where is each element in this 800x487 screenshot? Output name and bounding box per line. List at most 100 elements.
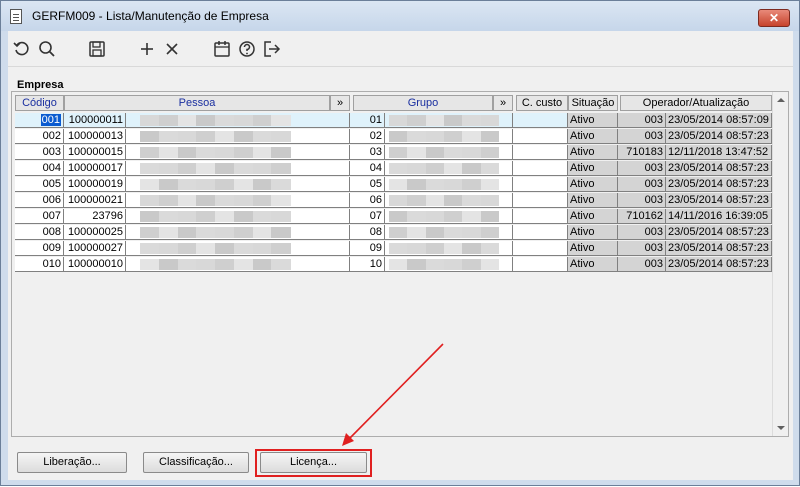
cell-grupo-name[interactable] <box>385 129 513 144</box>
column-header-pessoa[interactable]: Pessoa <box>64 95 330 111</box>
cell-ccusto[interactable] <box>513 177 568 192</box>
cell-grupo[interactable]: 09 <box>350 241 385 256</box>
cell-atualizacao[interactable]: 23/05/2014 08:57:23 <box>666 177 772 192</box>
cell-codigo[interactable]: 005 <box>15 177 64 192</box>
calendar-icon[interactable] <box>212 39 232 59</box>
cell-grupo-name[interactable] <box>385 241 513 256</box>
cell-pessoa-name[interactable] <box>126 129 350 144</box>
cell-pessoa-id[interactable]: 100000013 <box>64 129 126 144</box>
cell-pessoa-name[interactable] <box>126 177 350 192</box>
cell-grupo[interactable]: 06 <box>350 193 385 208</box>
cell-pessoa-id[interactable]: 100000019 <box>64 177 126 192</box>
cell-grupo[interactable]: 08 <box>350 225 385 240</box>
cell-pessoa-id[interactable]: 23796 <box>64 209 126 224</box>
cell-grupo-name[interactable] <box>385 177 513 192</box>
cell-pessoa-name[interactable] <box>126 209 350 224</box>
cell-grupo[interactable]: 02 <box>350 129 385 144</box>
cell-atualizacao[interactable]: 12/11/2018 13:47:52 <box>666 145 772 160</box>
cell-atualizacao[interactable]: 23/05/2014 08:57:23 <box>666 129 772 144</box>
cell-pessoa-name[interactable] <box>126 193 350 208</box>
cell-situacao[interactable]: Ativo <box>568 145 618 160</box>
cell-operador[interactable]: 710183 <box>618 145 666 160</box>
cell-situacao[interactable]: Ativo <box>568 209 618 224</box>
title-bar[interactable]: GERFM009 - Lista/Manutenção de Empresa ✕ <box>1 1 799 31</box>
vertical-scrollbar[interactable] <box>772 92 788 436</box>
cell-pessoa-id[interactable]: 100000021 <box>64 193 126 208</box>
cell-pessoa-name[interactable] <box>126 113 350 128</box>
column-header-codigo[interactable]: Código <box>15 95 64 111</box>
cell-ccusto[interactable] <box>513 193 568 208</box>
cell-pessoa-name[interactable] <box>126 161 350 176</box>
cell-grupo[interactable]: 04 <box>350 161 385 176</box>
cell-pessoa-id[interactable]: 100000010 <box>64 257 126 272</box>
cell-grupo-name[interactable] <box>385 225 513 240</box>
cell-grupo[interactable]: 03 <box>350 145 385 160</box>
cell-grupo[interactable]: 05 <box>350 177 385 192</box>
cell-grupo-name[interactable] <box>385 257 513 272</box>
cell-codigo[interactable]: 003 <box>15 145 64 160</box>
pessoa-expand-button[interactable]: » <box>330 95 350 111</box>
cell-pessoa-id[interactable]: 100000027 <box>64 241 126 256</box>
cell-operador[interactable]: 003 <box>618 257 666 272</box>
grupo-expand-button[interactable]: » <box>493 95 513 111</box>
cell-atualizacao[interactable]: 23/05/2014 08:57:23 <box>666 193 772 208</box>
cell-atualizacao[interactable]: 23/05/2014 08:57:23 <box>666 161 772 176</box>
cell-atualizacao[interactable]: 23/05/2014 08:57:23 <box>666 225 772 240</box>
cell-grupo[interactable]: 07 <box>350 209 385 224</box>
cell-pessoa-name[interactable] <box>126 145 350 160</box>
empresa-grid[interactable]: Código Pessoa » Grupo » C. custo Situaçã… <box>11 91 789 437</box>
cell-ccusto[interactable] <box>513 225 568 240</box>
refresh-icon[interactable] <box>12 39 32 59</box>
cell-codigo[interactable]: 006 <box>15 193 64 208</box>
column-header-ccusto[interactable]: C. custo <box>516 95 568 111</box>
cell-codigo[interactable]: 004 <box>15 161 64 176</box>
cell-atualizacao[interactable]: 23/05/2014 08:57:09 <box>666 113 772 128</box>
cell-pessoa-id[interactable]: 100000011 <box>64 113 126 128</box>
cell-ccusto[interactable] <box>513 209 568 224</box>
cell-ccusto[interactable] <box>513 257 568 272</box>
cell-operador[interactable]: 003 <box>618 193 666 208</box>
cell-pessoa-name[interactable] <box>126 257 350 272</box>
cell-operador[interactable]: 003 <box>618 177 666 192</box>
cell-ccusto[interactable] <box>513 241 568 256</box>
cell-situacao[interactable]: Ativo <box>568 257 618 272</box>
cell-codigo[interactable]: 008 <box>15 225 64 240</box>
cell-grupo-name[interactable] <box>385 193 513 208</box>
cell-codigo[interactable]: 002 <box>15 129 64 144</box>
cell-operador[interactable]: 003 <box>618 225 666 240</box>
cell-grupo-name[interactable] <box>385 113 513 128</box>
cell-atualizacao[interactable]: 23/05/2014 08:57:23 <box>666 257 772 272</box>
save-icon[interactable] <box>87 39 107 59</box>
cell-ccusto[interactable] <box>513 161 568 176</box>
cell-pessoa-name[interactable] <box>126 241 350 256</box>
cell-situacao[interactable]: Ativo <box>568 193 618 208</box>
cell-situacao[interactable]: Ativo <box>568 177 618 192</box>
liberacao-button[interactable]: Liberação... <box>17 452 127 473</box>
cell-operador[interactable]: 003 <box>618 161 666 176</box>
cell-grupo-name[interactable] <box>385 161 513 176</box>
scroll-down-icon[interactable] <box>777 426 785 430</box>
add-icon[interactable] <box>137 39 157 59</box>
cell-pessoa-id[interactable]: 100000017 <box>64 161 126 176</box>
cell-situacao[interactable]: Ativo <box>568 225 618 240</box>
cell-operador[interactable]: 003 <box>618 129 666 144</box>
cell-codigo[interactable]: 009 <box>15 241 64 256</box>
cell-atualizacao[interactable]: 23/05/2014 08:57:23 <box>666 241 772 256</box>
cell-pessoa-name[interactable] <box>126 225 350 240</box>
cell-situacao[interactable]: Ativo <box>568 241 618 256</box>
column-header-grupo[interactable]: Grupo <box>353 95 493 111</box>
cell-grupo[interactable]: 10 <box>350 257 385 272</box>
delete-icon[interactable] <box>162 39 182 59</box>
cell-ccusto[interactable] <box>513 129 568 144</box>
cell-grupo-name[interactable] <box>385 209 513 224</box>
column-header-situacao[interactable]: Situação <box>568 95 618 111</box>
cell-operador[interactable]: 003 <box>618 241 666 256</box>
cell-operador[interactable]: 710162 <box>618 209 666 224</box>
cell-situacao[interactable]: Ativo <box>568 113 618 128</box>
cell-operador[interactable]: 003 <box>618 113 666 128</box>
cell-codigo[interactable]: 010 <box>15 257 64 272</box>
close-button[interactable]: ✕ <box>758 9 790 27</box>
cell-situacao[interactable]: Ativo <box>568 129 618 144</box>
cell-pessoa-id[interactable]: 100000025 <box>64 225 126 240</box>
column-header-operador[interactable]: Operador/Atualização <box>620 95 772 111</box>
